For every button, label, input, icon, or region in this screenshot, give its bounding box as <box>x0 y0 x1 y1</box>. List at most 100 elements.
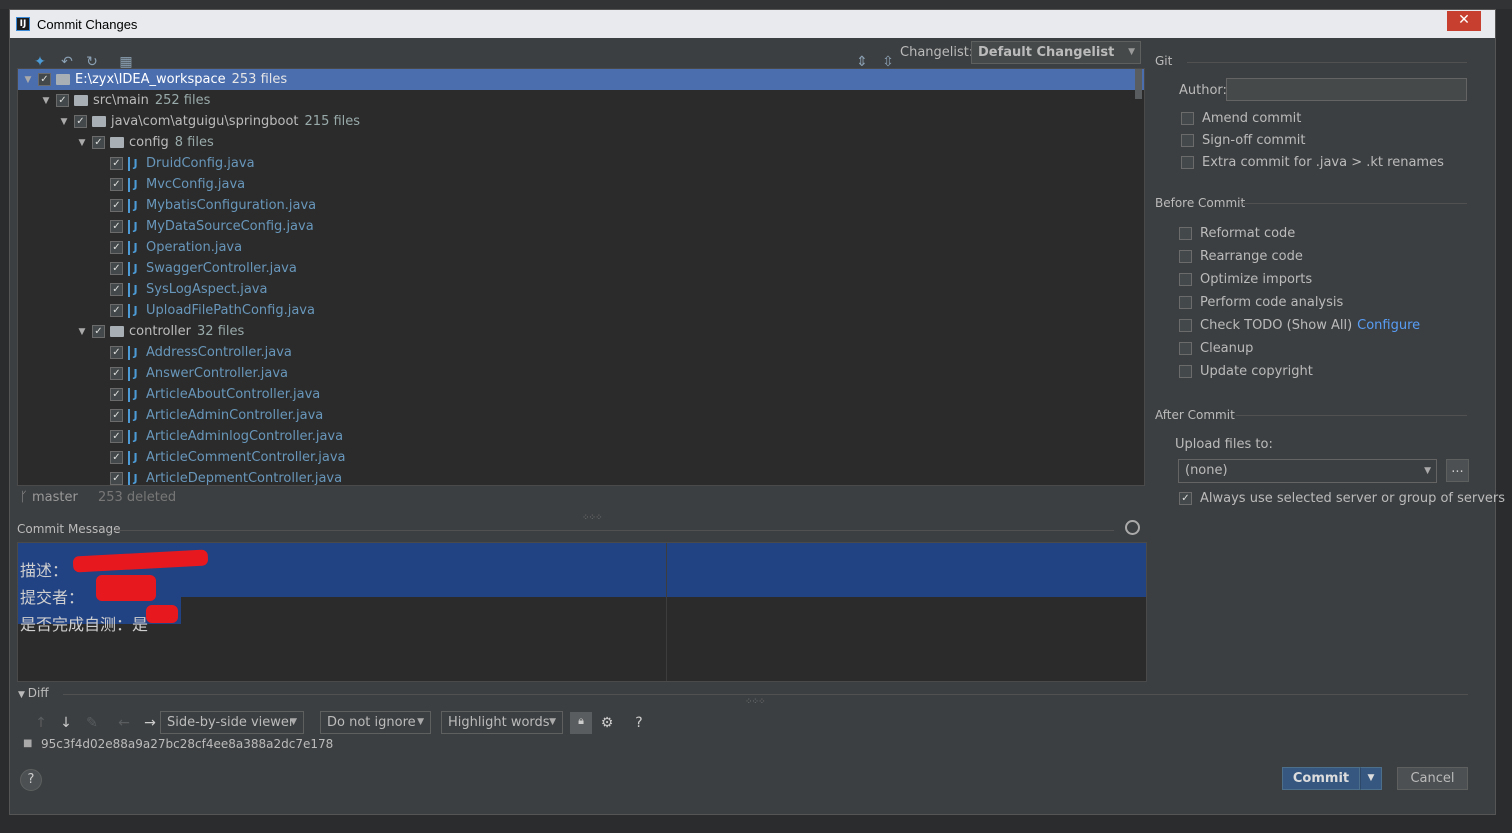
checkbox[interactable] <box>1179 273 1192 286</box>
browse-servers-button[interactable]: ... <box>1446 459 1469 482</box>
checkbox[interactable] <box>1179 342 1192 355</box>
commit-message-editor[interactable]: 描述： 提交者： 是否完成自测：是 <box>17 542 1147 682</box>
update-copyright-option[interactable]: Update copyright <box>1179 364 1313 379</box>
checkbox[interactable]: ✓ <box>110 430 123 443</box>
configure-link[interactable]: Configure <box>1357 318 1420 333</box>
tree-row[interactable]: ✓ J ArticleAboutController.java <box>18 384 1144 405</box>
commit-options-dropdown[interactable]: ▼ <box>1360 767 1382 790</box>
checkbox[interactable]: ✓ <box>110 451 123 464</box>
check-todo-option[interactable]: Check TODO (Show All) Configure <box>1179 318 1420 333</box>
tree-row[interactable]: ✓ J ArticleCommentController.java <box>18 447 1144 468</box>
tree-row[interactable]: ▼ ✓ config 8 files <box>18 132 1144 153</box>
changelist-select[interactable]: Default Changelist ▼ <box>971 41 1141 64</box>
checkbox[interactable]: ✓ <box>110 199 123 212</box>
expand-triangle-icon[interactable]: ▼ <box>58 117 70 127</box>
checkbox[interactable]: ✓ <box>92 325 105 338</box>
checkbox[interactable]: ✓ <box>38 73 51 86</box>
checkbox[interactable]: ✓ <box>110 304 123 317</box>
cancel-button[interactable]: Cancel <box>1397 767 1468 790</box>
tree-row[interactable]: ✓ J SysLogAspect.java <box>18 279 1144 300</box>
next-file-icon[interactable]: → <box>141 714 159 732</box>
checkbox[interactable] <box>1181 112 1194 125</box>
expand-triangle-icon[interactable]: ▼ <box>40 96 52 106</box>
checkbox[interactable]: ✓ <box>110 388 123 401</box>
history-icon[interactable] <box>1125 520 1140 535</box>
checkbox[interactable]: ✓ <box>110 262 123 275</box>
viewer-value: Side-by-side viewer <box>167 715 295 730</box>
changes-tree[interactable]: ▼ ✓ E:\zyx\IDEA_workspace 253 files ▼ ✓ … <box>17 68 1145 486</box>
expand-triangle-icon[interactable]: ▼ <box>22 75 34 85</box>
checkbox[interactable]: ✓ <box>110 367 123 380</box>
checkbox[interactable]: ✓ <box>110 409 123 422</box>
next-difference-icon[interactable]: ↓ <box>57 714 75 732</box>
tree-row[interactable]: ✓ J AnswerController.java <box>18 363 1144 384</box>
cleanup-option[interactable]: Cleanup <box>1179 341 1253 356</box>
checkbox[interactable]: ✓ <box>110 157 123 170</box>
checkbox[interactable] <box>1179 319 1192 332</box>
extra-commit-option[interactable]: Extra commit for .java > .kt renames <box>1181 155 1444 170</box>
tree-row[interactable]: ▼ ✓ src\main 252 files <box>18 90 1144 111</box>
code-analysis-option[interactable]: Perform code analysis <box>1179 295 1343 310</box>
tree-row[interactable]: ✓ J UploadFilePathConfig.java <box>18 300 1144 321</box>
checkbox[interactable] <box>1181 156 1194 169</box>
diff-section-toggle[interactable]: ▼ Diff <box>18 686 49 700</box>
tree-row-label: src\main <box>93 93 149 108</box>
tree-row[interactable]: ✓ J DruidConfig.java <box>18 153 1144 174</box>
ignore-select[interactable]: Do not ignore ▼ <box>320 711 431 734</box>
close-button[interactable]: ✕ <box>1447 11 1481 31</box>
option-label: Sign-off commit <box>1202 133 1306 148</box>
tree-row[interactable]: ▼ ✓ controller 32 files <box>18 321 1144 342</box>
always-use-server-option[interactable]: ✓ Always use selected server or group of … <box>1179 491 1505 506</box>
checkbox[interactable]: ✓ <box>110 283 123 296</box>
checkbox[interactable]: ✓ <box>92 136 105 149</box>
lock-scrolling-icon[interactable]: 🔒︎ <box>570 712 592 734</box>
expand-triangle-icon[interactable]: ▼ <box>76 138 88 148</box>
signoff-commit-option[interactable]: Sign-off commit <box>1181 133 1305 148</box>
tree-row[interactable]: ▼ ✓ E:\zyx\IDEA_workspace 253 files <box>18 69 1144 90</box>
tree-row[interactable]: ✓ J Operation.java <box>18 237 1144 258</box>
amend-commit-option[interactable]: Amend commit <box>1181 111 1301 126</box>
splitter-grip[interactable]: ⁘⁘⁘ <box>582 513 603 523</box>
splitter-grip[interactable]: ⁘⁘⁘ <box>745 697 766 707</box>
checkbox[interactable]: ✓ <box>1179 492 1192 505</box>
tree-row[interactable]: ✓ J MyDataSourceConfig.java <box>18 216 1144 237</box>
author-input[interactable] <box>1226 78 1467 101</box>
checkbox[interactable] <box>1179 227 1192 240</box>
tree-row[interactable]: ✓ J MvcConfig.java <box>18 174 1144 195</box>
checkbox[interactable]: ✓ <box>74 115 87 128</box>
optimize-imports-option[interactable]: Optimize imports <box>1179 272 1312 287</box>
edit-source-icon[interactable]: ✎ <box>83 714 101 732</box>
gear-icon[interactable]: ⚙ <box>598 714 616 732</box>
rearrange-code-option[interactable]: Rearrange code <box>1179 249 1303 264</box>
checkbox[interactable] <box>1179 296 1192 309</box>
tree-row[interactable]: ✓ J ArticleAdminController.java <box>18 405 1144 426</box>
upload-server-select[interactable]: (none) ▼ <box>1178 459 1437 483</box>
checkbox[interactable]: ✓ <box>110 220 123 233</box>
checkbox[interactable]: ✓ <box>110 472 123 485</box>
viewer-select[interactable]: Side-by-side viewer ▼ <box>160 711 304 734</box>
checkbox[interactable] <box>1179 365 1192 378</box>
commit-button[interactable]: Commit <box>1282 767 1360 790</box>
previous-difference-icon[interactable]: ↑ <box>32 714 50 732</box>
reformat-code-option[interactable]: Reformat code <box>1179 226 1295 241</box>
tree-row[interactable]: ✓ J ArticleDepmentController.java <box>18 468 1144 485</box>
previous-file-icon[interactable]: ← <box>115 714 133 732</box>
highlight-select[interactable]: Highlight words ▼ <box>441 711 563 734</box>
checkbox[interactable]: ✓ <box>110 241 123 254</box>
tree-row[interactable]: ✓ J MybatisConfiguration.java <box>18 195 1144 216</box>
tree-row[interactable]: ✓ J SwaggerController.java <box>18 258 1144 279</box>
checkbox[interactable]: ✓ <box>110 346 123 359</box>
help-button[interactable]: ? <box>20 769 42 791</box>
tree-row[interactable]: ✓ J ArticleAdminlogController.java <box>18 426 1144 447</box>
tree-row[interactable]: ✓ J AddressController.java <box>18 342 1144 363</box>
expand-triangle-icon[interactable]: ▼ <box>76 327 88 337</box>
checkbox[interactable]: ✓ <box>110 178 123 191</box>
highlight-value: Highlight words <box>448 715 550 730</box>
tree-row[interactable]: ▼ ✓ java\com\atguigu\springboot 215 file… <box>18 111 1144 132</box>
checkbox[interactable] <box>1181 134 1194 147</box>
tree-scrollbar[interactable] <box>1135 69 1142 99</box>
option-label: Perform code analysis <box>1200 295 1344 310</box>
checkbox[interactable]: ✓ <box>56 94 69 107</box>
checkbox[interactable] <box>1179 250 1192 263</box>
diff-help-icon[interactable]: ? <box>630 714 648 732</box>
